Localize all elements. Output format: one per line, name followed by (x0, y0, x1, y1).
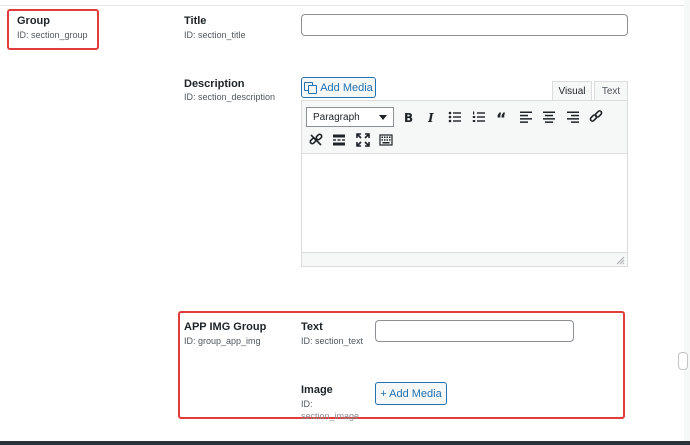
editor-toolbar: Paragraph B I “ (302, 101, 627, 154)
description-label: Description (184, 78, 245, 90)
italic-icon[interactable]: I (422, 108, 440, 126)
image-add-media-button[interactable]: + Add Media (375, 382, 447, 405)
tab-visual[interactable]: Visual (552, 81, 592, 101)
bold-icon[interactable]: B (399, 108, 417, 126)
svg-text:“: “ (496, 110, 507, 124)
editor-content-area[interactable] (302, 154, 627, 252)
title-id: ID: section_title (184, 30, 246, 40)
bulleted-list-icon[interactable] (446, 108, 464, 126)
fullscreen-icon[interactable] (354, 131, 372, 149)
image-field-id-prefix: ID: (301, 399, 313, 409)
remove-link-icon[interactable] (307, 131, 325, 149)
scrollbar-handle[interactable] (678, 352, 688, 370)
text-field-id: ID: section_text (301, 336, 364, 346)
group-id: ID: section_group (17, 30, 88, 40)
description-id: ID: section_description (184, 92, 276, 102)
text-field-label: Text (301, 321, 323, 333)
align-left-icon[interactable] (517, 108, 535, 126)
tab-text[interactable]: Text (594, 81, 628, 101)
numbered-list-icon[interactable] (470, 108, 488, 126)
image-field-id: section_image (301, 411, 360, 421)
editor-statusbar (302, 252, 627, 266)
app-img-group-title: APP IMG Group (184, 321, 267, 333)
top-divider (0, 5, 690, 6)
title-input[interactable] (301, 14, 628, 36)
chevron-down-icon (379, 115, 387, 120)
group-title: Group (17, 15, 50, 27)
app-img-group-id: ID: group_app_img (184, 336, 261, 346)
bottom-bar (0, 441, 690, 445)
image-field-label: Image (301, 384, 333, 396)
description-editor: Paragraph B I “ (301, 100, 628, 267)
media-icon (304, 82, 318, 94)
insert-link-icon[interactable] (587, 108, 605, 126)
scrollbar-track (684, 0, 690, 445)
svg-text:B: B (404, 111, 413, 124)
svg-text:I: I (427, 111, 434, 124)
blockquote-icon[interactable]: “ (493, 108, 511, 126)
toolbar-toggle-icon[interactable] (377, 131, 395, 149)
format-select-value: Paragraph (313, 111, 360, 123)
add-media-button[interactable]: Add Media (301, 77, 376, 98)
resize-handle-icon[interactable] (615, 255, 625, 265)
align-right-icon[interactable] (564, 108, 582, 126)
section-text-input[interactable] (375, 320, 574, 342)
add-media-label: Add Media (320, 81, 373, 94)
read-more-icon[interactable] (330, 131, 348, 149)
format-select[interactable]: Paragraph (306, 107, 394, 127)
align-center-icon[interactable] (540, 108, 558, 126)
title-label: Title (184, 15, 207, 27)
